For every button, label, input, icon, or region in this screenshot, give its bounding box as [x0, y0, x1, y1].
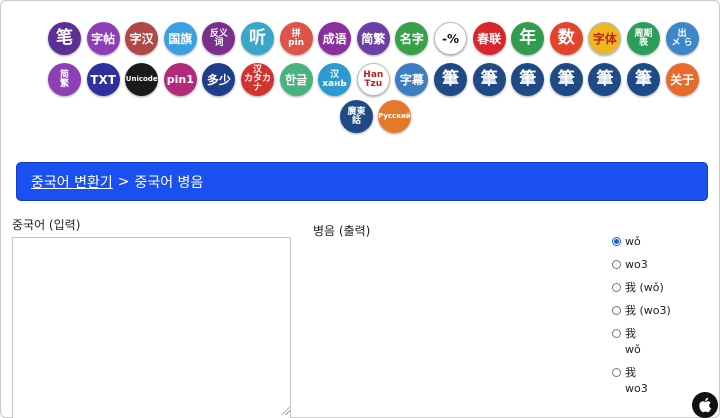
icon-guanyu[interactable]: 关于 [665, 63, 699, 96]
icon-mingzi[interactable]: 名字 [395, 22, 429, 55]
radio-button[interactable] [612, 305, 621, 315]
icon-percent[interactable]: -% [434, 22, 467, 55]
pinyin-option-5[interactable]: 我 wǒ [612, 326, 712, 358]
icon-zhouqi[interactable]: 周期 表 [627, 22, 660, 55]
icon-chunlian[interactable]: 春联 [472, 22, 506, 55]
icon-jianfan2[interactable]: 简 繁 [48, 63, 81, 96]
icon-pin1[interactable]: pin1 [163, 63, 197, 96]
pinyin-option-3[interactable]: 我 (wǒ) [612, 280, 712, 296]
breadcrumb-bar: 중국어 변환기 > 중국어 병음 [16, 162, 708, 201]
apple-logo-icon [692, 392, 718, 418]
icon-bi[interactable]: 笔 [48, 22, 81, 55]
icon-ziti[interactable]: 字体 [588, 22, 622, 55]
pinyin-option-label: 我 wo3 [625, 365, 648, 395]
icon-txt[interactable]: TXT [86, 63, 120, 96]
icon-nian[interactable]: 年 [511, 22, 545, 55]
icon-bi4[interactable]: 筆 [549, 63, 583, 96]
icon-zitie[interactable]: 字帖 [86, 22, 120, 55]
input-label: 중국어 (입력) [12, 218, 81, 232]
pinyin-option-label: wo3 [625, 257, 648, 271]
icon-kata[interactable]: 汉 カタカナ [241, 63, 274, 96]
icon-fanyi[interactable]: 反义 词 [202, 22, 236, 55]
pinyin-option-1[interactable]: wǒ [612, 234, 712, 250]
radio-button[interactable] [612, 282, 621, 292]
icon-hantzu[interactable]: Han Tzu [356, 63, 390, 96]
radio-button[interactable] [612, 259, 621, 269]
breadcrumb-current: 중국어 병음 [134, 174, 204, 191]
radio-button[interactable] [612, 328, 621, 338]
icon-zimu[interactable]: 字幕 [395, 63, 429, 96]
breadcrumb-link-converter[interactable]: 중국어 변환기 [31, 172, 113, 192]
radio-button[interactable] [612, 237, 621, 246]
tool-icon-grid: 笔字帖 字汉 国旗 反义 词听拼 pin 成语 简繁 名字 -% 春联年数字体 周期 表出 メ ら… [0, 0, 720, 140]
chinese-input-textarea[interactable] [12, 237, 291, 418]
icon-jianfan[interactable]: 简繁 [356, 22, 390, 55]
icon-chengyu[interactable]: 成语 [318, 22, 352, 55]
icon-hangul[interactable]: 한글 [279, 63, 313, 96]
icon-unicode[interactable]: Unicode [125, 63, 159, 96]
pinyin-option-label: 我 wǒ [625, 326, 641, 356]
pinyin-option-label: 我 (wo3) [625, 303, 671, 317]
icon-shu[interactable]: 数 [549, 22, 583, 55]
icon-zihan[interactable]: 字汉 [125, 22, 159, 55]
icon-pinyin[interactable]: 拼 pin [279, 22, 313, 55]
icon-bi1[interactable]: 筆 [434, 63, 467, 96]
icon-hanru[interactable]: 汉 ханЬ [318, 63, 352, 96]
pinyin-option-label: 我 (wǒ) [625, 280, 664, 294]
icon-bi6[interactable]: 筆 [627, 63, 660, 96]
icon-russian[interactable]: Русский [378, 100, 411, 133]
pinyin-option-label: wǒ [625, 235, 641, 248]
icon-duoshao[interactable]: 多少 [202, 63, 236, 96]
icon-bi3[interactable]: 筆 [511, 63, 545, 96]
pinyin-option-6[interactable]: 我 wo3 [612, 365, 712, 397]
icon-guanghua[interactable]: 廣東 話 [340, 100, 373, 133]
icon-guoqi[interactable]: 国旗 [163, 22, 197, 55]
icon-bi2[interactable]: 筆 [472, 63, 506, 96]
pinyin-option-2[interactable]: wo3 [612, 257, 712, 273]
radio-button[interactable] [612, 367, 621, 377]
breadcrumb-separator: > [117, 173, 130, 190]
icon-chu[interactable]: 出 メ ら [665, 22, 699, 55]
icon-ting[interactable]: 听 [241, 22, 274, 55]
icon-bi5[interactable]: 筆 [588, 63, 622, 96]
output-label: 병음 (출력) [313, 224, 371, 238]
pinyin-option-4[interactable]: 我 (wo3) [612, 303, 712, 319]
pinyin-format-options: wǒ wo3 我 (wǒ) 我 (wo3) 我 wǒ 我 wo3 [612, 234, 712, 404]
textarea-resize-handle[interactable] [281, 406, 290, 415]
